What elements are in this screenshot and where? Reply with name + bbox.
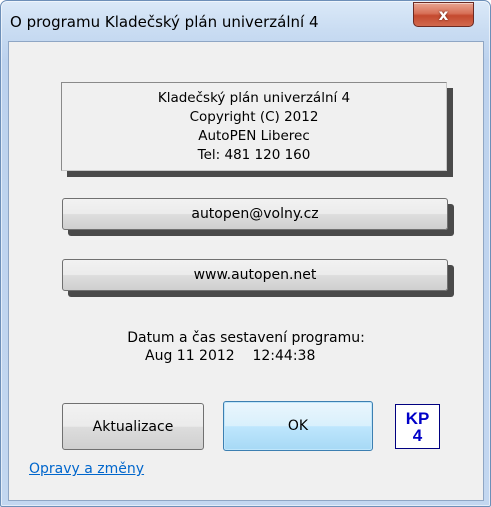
window-title: O programu Kladečský plán univerzální 4 xyxy=(10,13,319,31)
dialog-content: Kladečský plán univerzální 4 Copyright (… xyxy=(8,41,484,501)
close-button[interactable]: x xyxy=(413,2,474,27)
update-button[interactable]: Aktualizace xyxy=(62,403,204,450)
about-dialog-window: O programu Kladečský plán univerzální 4 … xyxy=(0,0,491,507)
kp4-logo: KP 4 xyxy=(395,404,440,449)
changes-link[interactable]: Opravy a změny xyxy=(29,461,144,477)
close-icon: x xyxy=(438,5,449,24)
ok-button[interactable]: OK xyxy=(223,401,373,451)
website-button[interactable]: www.autopen.net xyxy=(62,259,448,291)
build-date-label: Datum a čas sestavení programu: xyxy=(127,330,365,346)
logo-line-1: KP xyxy=(405,408,430,428)
email-button[interactable]: autopen@volny.cz xyxy=(62,198,448,230)
ok-button-label: OK xyxy=(287,418,309,434)
program-name: Kladečský plán univerzální 4 xyxy=(157,89,351,106)
website-button-label: www.autopen.net xyxy=(193,267,317,283)
logo-line-2: 4 xyxy=(412,425,423,445)
update-button-label: Aktualizace xyxy=(92,418,174,435)
phone-number: Tel: 481 120 160 xyxy=(197,146,311,163)
build-date-value: Aug 11 2012 12:44:38 xyxy=(145,348,316,364)
email-button-label: autopen@volny.cz xyxy=(191,206,319,222)
company-name: AutoPEN Liberec xyxy=(198,127,310,144)
program-info-box: Kladečský plán univerzální 4 Copyright (… xyxy=(61,82,447,171)
copyright-text: Copyright (C) 2012 xyxy=(189,108,319,125)
